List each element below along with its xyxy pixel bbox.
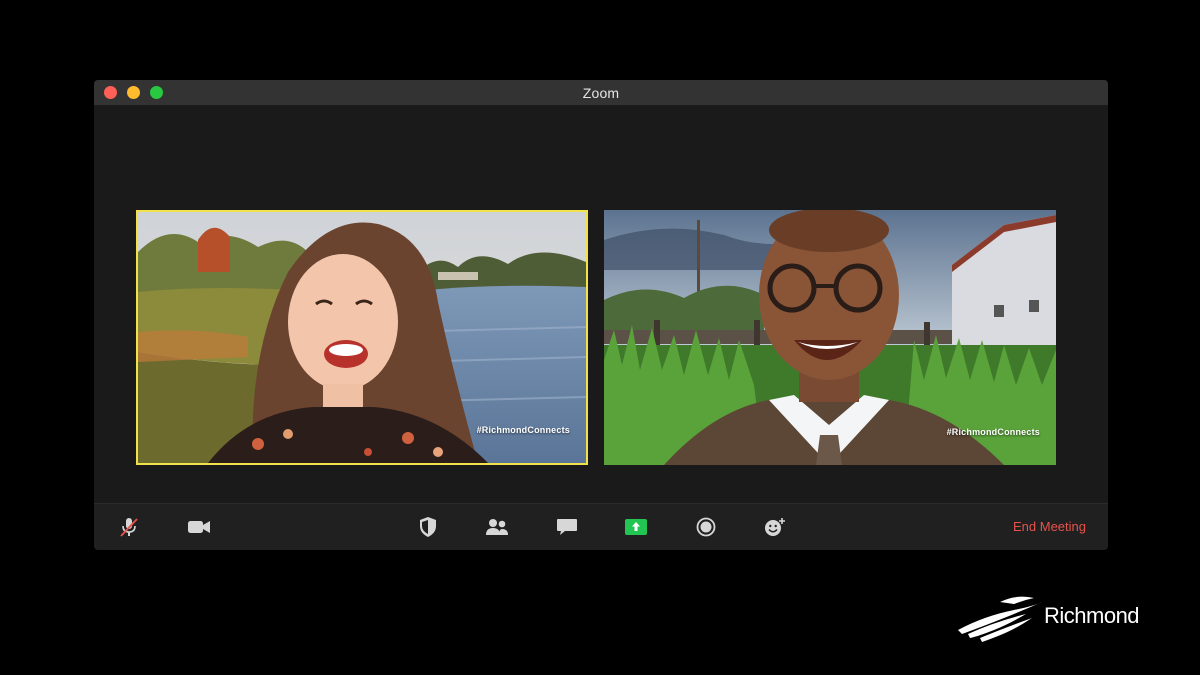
richmond-swoosh-icon [958, 596, 1042, 642]
meeting-controls-toolbar: End Meeting [94, 503, 1108, 550]
video-camera-icon [188, 521, 210, 533]
brand-name: Richmond [1044, 603, 1140, 628]
microphone-muted-icon [120, 518, 138, 537]
start-video-button[interactable] [184, 512, 214, 542]
reactions-icon [765, 518, 785, 536]
window-controls [104, 86, 163, 99]
video-gallery: #RichmondConnects #RichmondConnects [94, 105, 1108, 503]
participant-video-1[interactable]: #RichmondConnects [136, 210, 588, 465]
mute-button[interactable] [114, 512, 144, 542]
background-hashtag: #RichmondConnects [946, 427, 1040, 437]
zoom-window-button[interactable] [150, 86, 163, 99]
security-shield-icon [420, 517, 436, 537]
minimize-window-button[interactable] [127, 86, 140, 99]
participants-button[interactable] [482, 512, 512, 542]
participants-icon [486, 519, 508, 535]
window-title: Zoom [582, 84, 620, 101]
record-icon [696, 517, 716, 537]
participant-video-2[interactable]: #RichmondConnects [604, 210, 1056, 465]
close-window-button[interactable] [104, 86, 117, 99]
chat-button[interactable] [552, 512, 582, 542]
zoom-window: Zoom #RichmondConnects #RichmondConnects… [94, 80, 1108, 550]
end-meeting-button[interactable]: End Meeting [1013, 519, 1086, 534]
security-button[interactable] [413, 512, 443, 542]
record-button[interactable] [691, 512, 721, 542]
share-screen-icon [625, 519, 647, 535]
richmond-logo: Richmond [954, 588, 1154, 648]
share-screen-button[interactable] [621, 512, 651, 542]
reactions-button[interactable] [760, 512, 790, 542]
chat-icon [557, 519, 577, 535]
background-hashtag: #RichmondConnects [476, 425, 570, 435]
title-bar: Zoom [94, 80, 1108, 105]
